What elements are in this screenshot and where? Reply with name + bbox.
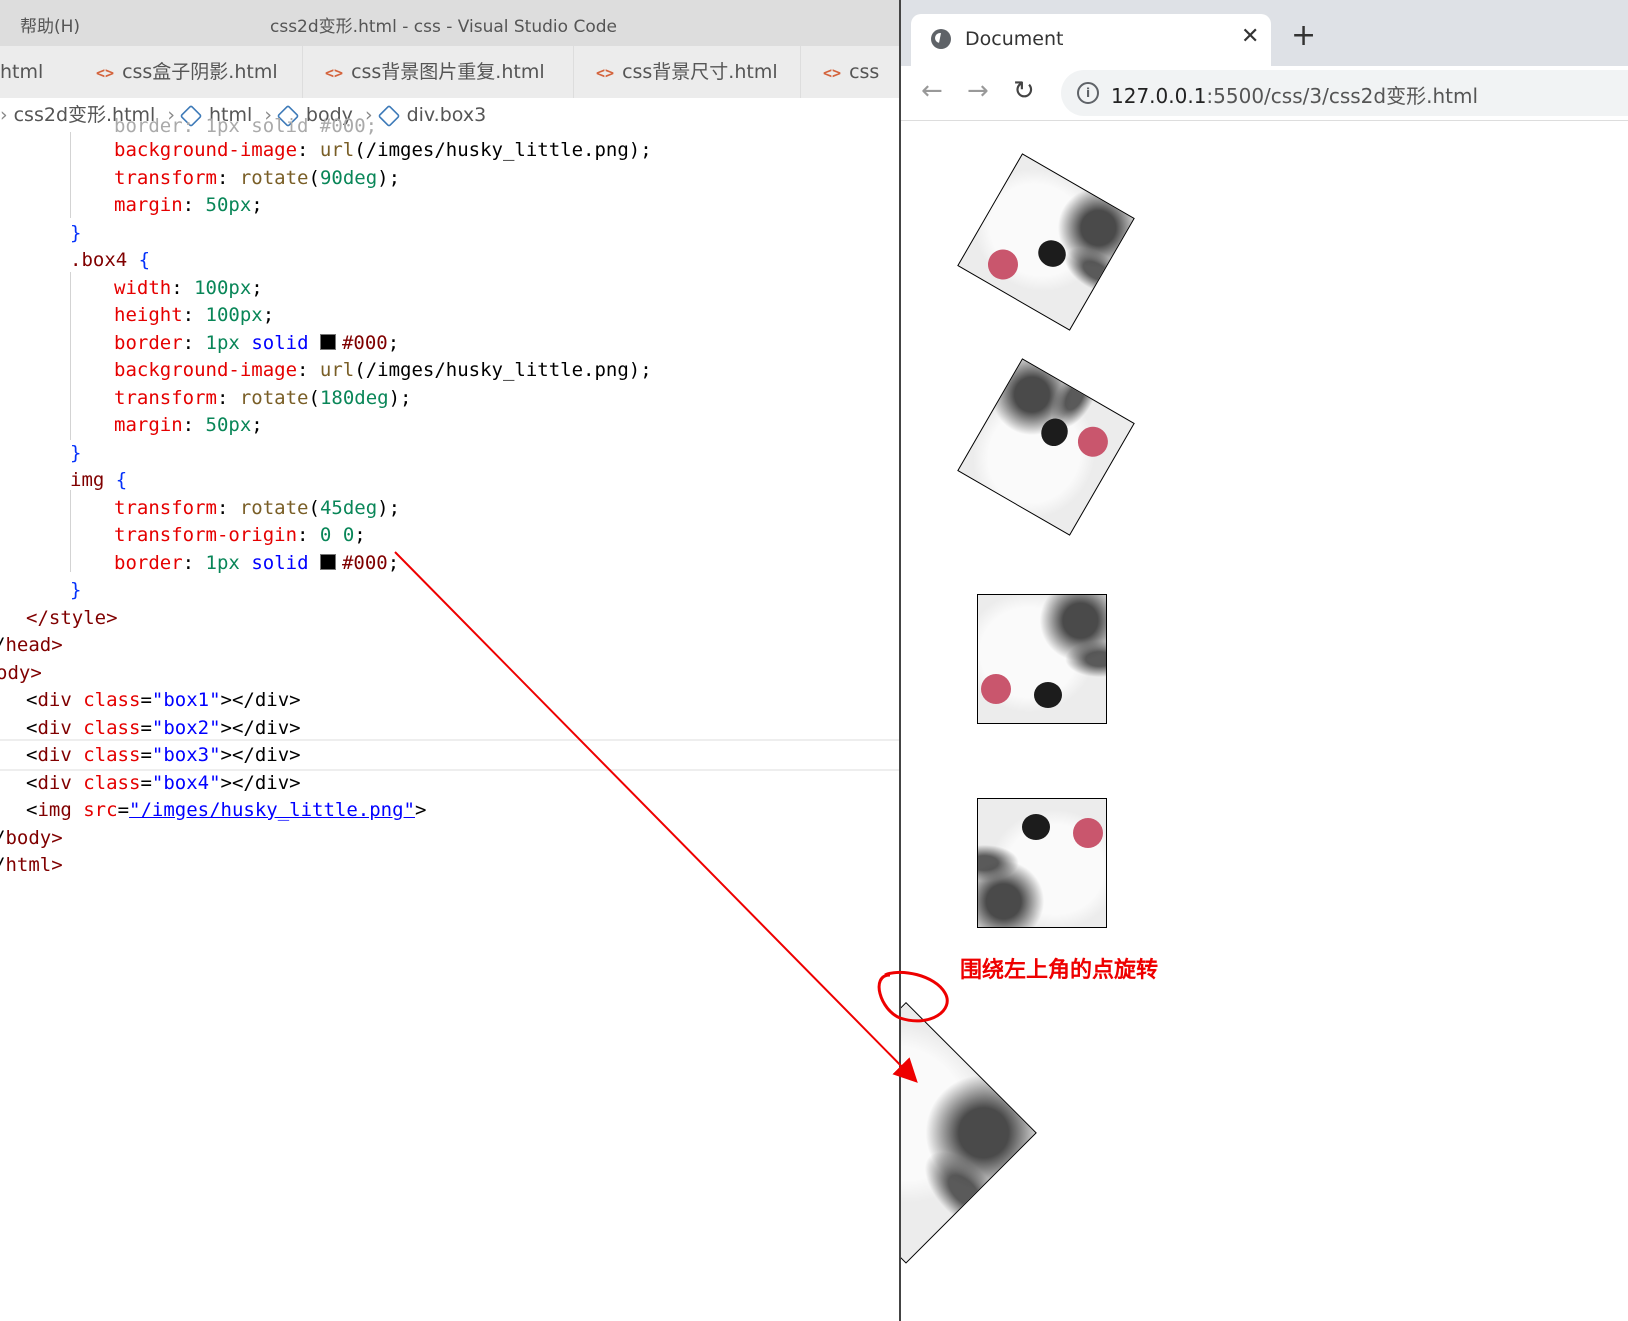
info-icon[interactable]: i — [1077, 82, 1099, 104]
code-line: <div class="box1"></div> — [26, 689, 301, 711]
forward-button[interactable]: → — [967, 76, 989, 106]
code-line: transform: rotate(90deg); — [114, 167, 401, 189]
box2-husky-image — [957, 358, 1135, 536]
code-line: } — [70, 442, 82, 464]
code-line: transform: rotate(45deg); — [114, 497, 401, 519]
browser-tab[interactable]: Document ✕ — [911, 14, 1271, 66]
color-swatch[interactable] — [319, 334, 336, 350]
editor-tab[interactable]: <> css背景尺寸.html — [574, 46, 801, 98]
code-line: transform-origin: 0 0; — [114, 524, 366, 546]
editor-tab[interactable]: <> css背景图片重复.html — [303, 46, 574, 98]
indent-guide — [70, 272, 71, 440]
color-swatch[interactable] — [319, 554, 336, 570]
code-line: } — [70, 579, 82, 601]
url-text[interactable]: 127.0.0.1:5500/css/3/css2d变形.html — [1111, 80, 1478, 109]
window-title: css2d变形.html - css - Visual Studio Code — [270, 17, 617, 37]
editor-tabs: html <> css盒子阴影.html <> css背景图片重复.html <> c… — [0, 46, 899, 98]
code-line: <div class="box4"></div> — [26, 772, 301, 794]
tab-title: Document — [965, 28, 1064, 50]
annotation-label: 围绕左上角的点旋转 — [960, 958, 1159, 983]
code-line: background-image: url(/imges/husky_littl… — [114, 139, 652, 161]
tab-label: css背景图片重复.html — [351, 61, 545, 83]
close-tab-icon[interactable]: ✕ — [1241, 24, 1259, 49]
breadcrumb-item[interactable]: div.box3 — [407, 104, 487, 126]
editor-tab[interactable]: html — [0, 46, 75, 98]
code-line: </style> — [26, 607, 118, 629]
code-line: transform: rotate(180deg); — [114, 387, 412, 409]
box4-husky-image — [977, 798, 1107, 928]
box3-husky-image — [977, 594, 1107, 724]
browser-toolbar: ← → ↻ i 127.0.0.1:5500/css/3/css2d变形.htm… — [901, 66, 1628, 121]
code-line: background-image: url(/imges/husky_littl… — [114, 359, 652, 381]
code-line: border: 1px solid #000; — [114, 552, 400, 574]
html-file-icon: <> — [823, 64, 842, 82]
chevron-right-icon: › — [0, 104, 8, 126]
code-line: } — [70, 222, 82, 244]
new-tab-button[interactable]: + — [1291, 21, 1316, 51]
code-line: height: 100px; — [114, 304, 275, 326]
code-line: width: 100px; — [114, 277, 263, 299]
indent-guide — [70, 490, 71, 572]
vscode-window: 帮助(H) css2d变形.html - css - Visual Studio… — [0, 0, 899, 1321]
code-line: <div class="box3"></div> — [26, 744, 301, 766]
code-line: border: 1px solid #000; — [114, 332, 400, 354]
browser-window: Document ✕ + ← → ↻ i 127.0.0.1:5500/css/… — [899, 0, 1628, 1321]
tab-label: css盒子阴影.html — [122, 61, 278, 83]
code-editor[interactable]: border: 1px solid #000; background-image… — [0, 115, 899, 1321]
html-file-icon: <> — [325, 64, 344, 82]
indent-guide — [70, 132, 71, 218]
reload-button[interactable]: ↻ — [1013, 76, 1035, 106]
tab-label: css — [849, 61, 880, 83]
editor-tab[interactable]: <> css — [801, 46, 899, 98]
tab-label: html — [0, 61, 44, 83]
tab-label: css背景尺寸.html — [622, 61, 778, 83]
code-line: <img src="/imges/husky_little.png"> — [26, 799, 427, 821]
code-line: /html> — [0, 854, 63, 876]
box1-husky-image — [957, 153, 1135, 331]
code-line: ody> — [0, 662, 42, 684]
code-line: margin: 50px; — [114, 414, 263, 436]
menu-help[interactable]: 帮助(H) — [20, 12, 80, 37]
html-file-icon: <> — [596, 64, 615, 82]
code-line: /body> — [0, 827, 63, 849]
back-button[interactable]: ← — [921, 76, 943, 106]
code-line: margin: 50px; — [114, 194, 263, 216]
editor-tab[interactable]: <> css盒子阴影.html — [74, 46, 303, 98]
src-link[interactable]: "/imges/husky_little.png" — [129, 799, 415, 821]
vscode-titlebar: 帮助(H) css2d变形.html - css - Visual Studio… — [0, 0, 899, 46]
code-line: img { — [70, 469, 128, 491]
html-file-icon: <> — [96, 64, 115, 82]
address-bar[interactable]: i 127.0.0.1:5500/css/3/css2d变形.html — [1061, 70, 1628, 116]
globe-icon — [931, 29, 951, 49]
code-line: /head> — [0, 634, 63, 656]
element-icon — [377, 104, 400, 127]
browser-tabstrip: Document ✕ + — [901, 0, 1628, 66]
code-line: <div class="box2"></div> — [26, 717, 301, 739]
code-line: .box4 { — [70, 249, 151, 271]
img-husky-rotated — [901, 1002, 1037, 1264]
page-viewport — [901, 120, 1628, 1321]
